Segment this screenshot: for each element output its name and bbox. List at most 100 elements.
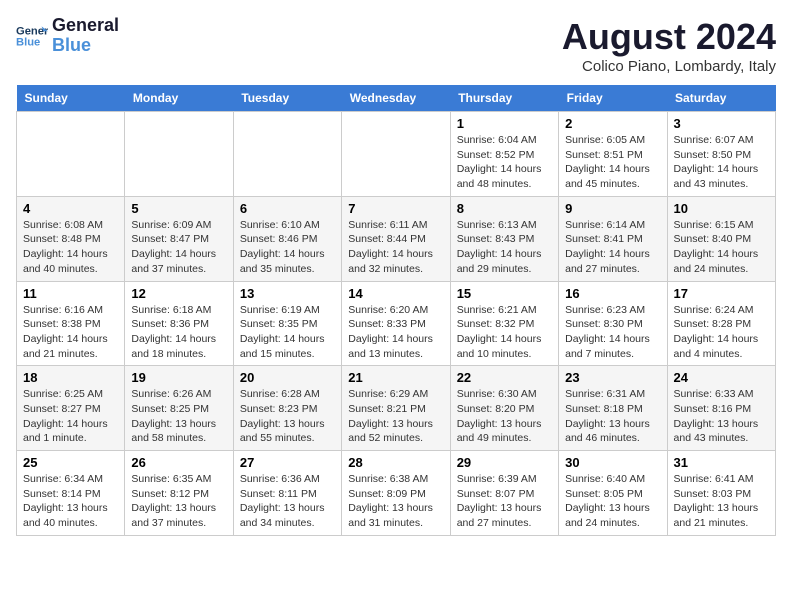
calendar-day-cell: 7 Sunrise: 6:11 AM Sunset: 8:44 PM Daylig… bbox=[342, 196, 450, 281]
day-info: Sunrise: 6:38 AM Sunset: 8:09 PM Dayligh… bbox=[348, 472, 443, 531]
empty-cell bbox=[17, 112, 125, 197]
calendar-day-cell: 18 Sunrise: 6:25 AM Sunset: 8:27 PM Dayli… bbox=[17, 366, 125, 451]
day-number: 26 bbox=[131, 455, 226, 470]
calendar-day-cell: 1 Sunrise: 6:04 AM Sunset: 8:52 PM Daylig… bbox=[450, 112, 558, 197]
day-number: 11 bbox=[23, 286, 118, 301]
calendar-day-cell: 9 Sunrise: 6:14 AM Sunset: 8:41 PM Daylig… bbox=[559, 196, 667, 281]
day-info: Sunrise: 6:25 AM Sunset: 8:27 PM Dayligh… bbox=[23, 387, 118, 446]
day-info: Sunrise: 6:23 AM Sunset: 8:30 PM Dayligh… bbox=[565, 303, 660, 362]
day-number: 20 bbox=[240, 370, 335, 385]
calendar-day-cell: 4Sunrise: 6:08 AM Sunset: 8:48 PM Daylig… bbox=[17, 196, 125, 281]
weekday-header-row: SundayMondayTuesdayWednesdayThursdayFrid… bbox=[17, 85, 776, 112]
month-title: August 2024 bbox=[562, 16, 776, 58]
day-info: Sunrise: 6:28 AM Sunset: 8:23 PM Dayligh… bbox=[240, 387, 335, 446]
day-info: Sunrise: 6:07 AM Sunset: 8:50 PM Dayligh… bbox=[674, 133, 769, 192]
calendar-day-cell: 29 Sunrise: 6:39 AM Sunset: 8:07 PM Dayli… bbox=[450, 451, 558, 536]
weekday-header-saturday: Saturday bbox=[667, 85, 775, 112]
day-info: Sunrise: 6:11 AM Sunset: 8:44 PM Dayligh… bbox=[348, 218, 443, 277]
day-info: Sunrise: 6:31 AM Sunset: 8:18 PM Dayligh… bbox=[565, 387, 660, 446]
calendar-day-cell: 30 Sunrise: 6:40 AM Sunset: 8:05 PM Dayli… bbox=[559, 451, 667, 536]
day-info: Sunrise: 6:20 AM Sunset: 8:33 PM Dayligh… bbox=[348, 303, 443, 362]
calendar-day-cell: 11 Sunrise: 6:16 AM Sunset: 8:38 PM Dayli… bbox=[17, 281, 125, 366]
day-number: 22 bbox=[457, 370, 552, 385]
day-number: 18 bbox=[23, 370, 118, 385]
logo-icon: General Blue bbox=[16, 20, 48, 52]
day-number: 19 bbox=[131, 370, 226, 385]
logo-text: General Blue bbox=[52, 16, 119, 56]
day-info: Sunrise: 6:40 AM Sunset: 8:05 PM Dayligh… bbox=[565, 472, 660, 531]
day-number: 31 bbox=[674, 455, 769, 470]
calendar-day-cell: 25 Sunrise: 6:34 AM Sunset: 8:14 PM Dayli… bbox=[17, 451, 125, 536]
day-number: 27 bbox=[240, 455, 335, 470]
calendar-day-cell: 10 Sunrise: 6:15 AM Sunset: 8:40 PM Dayli… bbox=[667, 196, 775, 281]
day-number: 9 bbox=[565, 201, 660, 216]
day-info: Sunrise: 6:10 AM Sunset: 8:46 PM Dayligh… bbox=[240, 218, 335, 277]
empty-cell bbox=[125, 112, 233, 197]
day-info: Sunrise: 6:35 AM Sunset: 8:12 PM Dayligh… bbox=[131, 472, 226, 531]
calendar-week-row: 1 Sunrise: 6:04 AM Sunset: 8:52 PM Daylig… bbox=[17, 112, 776, 197]
day-info: Sunrise: 6:29 AM Sunset: 8:21 PM Dayligh… bbox=[348, 387, 443, 446]
day-info: Sunrise: 6:19 AM Sunset: 8:35 PM Dayligh… bbox=[240, 303, 335, 362]
day-number: 24 bbox=[674, 370, 769, 385]
day-number: 28 bbox=[348, 455, 443, 470]
day-info: Sunrise: 6:13 AM Sunset: 8:43 PM Dayligh… bbox=[457, 218, 552, 277]
calendar-day-cell: 23Sunrise: 6:31 AM Sunset: 8:18 PM Dayli… bbox=[559, 366, 667, 451]
weekday-header-monday: Monday bbox=[125, 85, 233, 112]
day-info: Sunrise: 6:18 AM Sunset: 8:36 PM Dayligh… bbox=[131, 303, 226, 362]
day-number: 6 bbox=[240, 201, 335, 216]
calendar-day-cell: 3Sunrise: 6:07 AM Sunset: 8:50 PM Daylig… bbox=[667, 112, 775, 197]
day-info: Sunrise: 6:39 AM Sunset: 8:07 PM Dayligh… bbox=[457, 472, 552, 531]
day-info: Sunrise: 6:08 AM Sunset: 8:48 PM Dayligh… bbox=[23, 218, 118, 277]
calendar-day-cell: 31 Sunrise: 6:41 AM Sunset: 8:03 PM Dayli… bbox=[667, 451, 775, 536]
calendar-day-cell: 16Sunrise: 6:23 AM Sunset: 8:30 PM Dayli… bbox=[559, 281, 667, 366]
weekday-header-wednesday: Wednesday bbox=[342, 85, 450, 112]
weekday-header-tuesday: Tuesday bbox=[233, 85, 341, 112]
day-number: 1 bbox=[457, 116, 552, 131]
calendar-day-cell: 22Sunrise: 6:30 AM Sunset: 8:20 PM Dayli… bbox=[450, 366, 558, 451]
calendar-day-cell: 24 Sunrise: 6:33 AM Sunset: 8:16 PM Dayli… bbox=[667, 366, 775, 451]
day-info: Sunrise: 6:15 AM Sunset: 8:40 PM Dayligh… bbox=[674, 218, 769, 277]
day-number: 30 bbox=[565, 455, 660, 470]
weekday-header-friday: Friday bbox=[559, 85, 667, 112]
svg-text:General: General bbox=[16, 25, 48, 37]
day-number: 7 bbox=[348, 201, 443, 216]
day-info: Sunrise: 6:14 AM Sunset: 8:41 PM Dayligh… bbox=[565, 218, 660, 277]
weekday-header-sunday: Sunday bbox=[17, 85, 125, 112]
day-info: Sunrise: 6:21 AM Sunset: 8:32 PM Dayligh… bbox=[457, 303, 552, 362]
empty-cell bbox=[233, 112, 341, 197]
weekday-header-thursday: Thursday bbox=[450, 85, 558, 112]
day-number: 13 bbox=[240, 286, 335, 301]
calendar-day-cell: 8Sunrise: 6:13 AM Sunset: 8:43 PM Daylig… bbox=[450, 196, 558, 281]
title-block: August 2024 Colico Piano, Lombardy, Ital… bbox=[562, 16, 776, 75]
day-number: 5 bbox=[131, 201, 226, 216]
calendar-day-cell: 28 Sunrise: 6:38 AM Sunset: 8:09 PM Dayli… bbox=[342, 451, 450, 536]
day-info: Sunrise: 6:41 AM Sunset: 8:03 PM Dayligh… bbox=[674, 472, 769, 531]
calendar-day-cell: 26 Sunrise: 6:35 AM Sunset: 8:12 PM Dayli… bbox=[125, 451, 233, 536]
calendar-day-cell: 19Sunrise: 6:26 AM Sunset: 8:25 PM Dayli… bbox=[125, 366, 233, 451]
day-info: Sunrise: 6:36 AM Sunset: 8:11 PM Dayligh… bbox=[240, 472, 335, 531]
day-number: 29 bbox=[457, 455, 552, 470]
calendar-week-row: 11 Sunrise: 6:16 AM Sunset: 8:38 PM Dayli… bbox=[17, 281, 776, 366]
day-number: 12 bbox=[131, 286, 226, 301]
day-info: Sunrise: 6:34 AM Sunset: 8:14 PM Dayligh… bbox=[23, 472, 118, 531]
day-number: 10 bbox=[674, 201, 769, 216]
calendar-day-cell: 15 Sunrise: 6:21 AM Sunset: 8:32 PM Dayli… bbox=[450, 281, 558, 366]
day-info: Sunrise: 6:33 AM Sunset: 8:16 PM Dayligh… bbox=[674, 387, 769, 446]
calendar-day-cell: 21Sunrise: 6:29 AM Sunset: 8:21 PM Dayli… bbox=[342, 366, 450, 451]
calendar-day-cell: 14Sunrise: 6:20 AM Sunset: 8:33 PM Dayli… bbox=[342, 281, 450, 366]
calendar-day-cell: 12 Sunrise: 6:18 AM Sunset: 8:36 PM Dayli… bbox=[125, 281, 233, 366]
day-number: 17 bbox=[674, 286, 769, 301]
calendar-day-cell: 6 Sunrise: 6:10 AM Sunset: 8:46 PM Daylig… bbox=[233, 196, 341, 281]
day-number: 25 bbox=[23, 455, 118, 470]
calendar-day-cell: 13 Sunrise: 6:19 AM Sunset: 8:35 PM Dayli… bbox=[233, 281, 341, 366]
day-info: Sunrise: 6:09 AM Sunset: 8:47 PM Dayligh… bbox=[131, 218, 226, 277]
calendar-week-row: 18 Sunrise: 6:25 AM Sunset: 8:27 PM Dayli… bbox=[17, 366, 776, 451]
day-info: Sunrise: 6:16 AM Sunset: 8:38 PM Dayligh… bbox=[23, 303, 118, 362]
empty-cell bbox=[342, 112, 450, 197]
calendar-week-row: 4Sunrise: 6:08 AM Sunset: 8:48 PM Daylig… bbox=[17, 196, 776, 281]
calendar-day-cell: 20 Sunrise: 6:28 AM Sunset: 8:23 PM Dayli… bbox=[233, 366, 341, 451]
day-number: 15 bbox=[457, 286, 552, 301]
day-info: Sunrise: 6:05 AM Sunset: 8:51 PM Dayligh… bbox=[565, 133, 660, 192]
calendar-day-cell: 5 Sunrise: 6:09 AM Sunset: 8:47 PM Daylig… bbox=[125, 196, 233, 281]
day-info: Sunrise: 6:04 AM Sunset: 8:52 PM Dayligh… bbox=[457, 133, 552, 192]
